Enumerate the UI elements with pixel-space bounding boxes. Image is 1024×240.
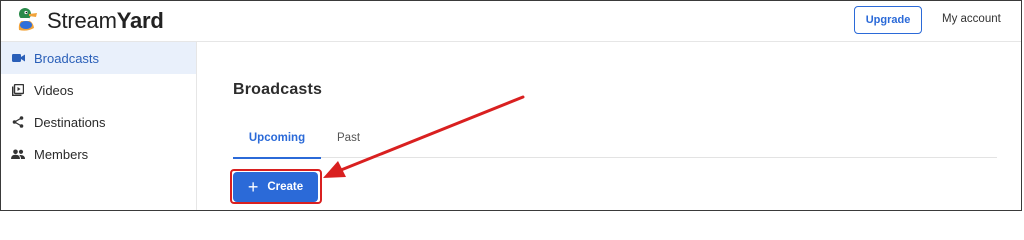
my-account-link[interactable]: My account xyxy=(942,13,1001,25)
page-title: Broadcasts xyxy=(233,81,323,98)
video-library-icon xyxy=(11,83,25,97)
people-icon xyxy=(11,147,25,161)
sidebar-item-broadcasts[interactable]: Broadcasts xyxy=(1,42,196,74)
upgrade-button[interactable]: Upgrade xyxy=(854,6,922,34)
duck-logo-icon xyxy=(15,6,39,37)
top-bar: StreamYard Upgrade My account xyxy=(1,1,1021,42)
tab-upcoming[interactable]: Upcoming xyxy=(233,132,321,159)
main-content: Broadcasts Upcoming Past + Create xyxy=(197,42,1021,210)
create-button[interactable]: + Create xyxy=(233,172,318,202)
share-icon xyxy=(11,115,25,129)
sidebar-item-label: Videos xyxy=(34,82,74,98)
video-camera-icon xyxy=(11,51,25,65)
app-window: StreamYard Upgrade My account Broadcasts… xyxy=(0,0,1022,211)
sidebar-item-videos[interactable]: Videos xyxy=(1,74,196,106)
tab-past[interactable]: Past xyxy=(337,132,360,144)
sidebar-item-label: Members xyxy=(34,146,89,162)
logo-wordmark: StreamYard xyxy=(47,8,164,33)
create-button-label: Create xyxy=(267,181,304,193)
logo[interactable]: StreamYard xyxy=(15,7,164,35)
sidebar-item-members[interactable]: Members xyxy=(1,138,196,170)
sidebar: Broadcasts Videos Destinations Members xyxy=(1,42,197,210)
plus-icon: + xyxy=(247,177,259,197)
broadcast-tabs: Upcoming Past xyxy=(233,124,997,159)
sidebar-item-label: Broadcasts xyxy=(34,50,100,66)
sidebar-item-destinations[interactable]: Destinations xyxy=(1,106,196,138)
sidebar-item-label: Destinations xyxy=(34,114,106,130)
